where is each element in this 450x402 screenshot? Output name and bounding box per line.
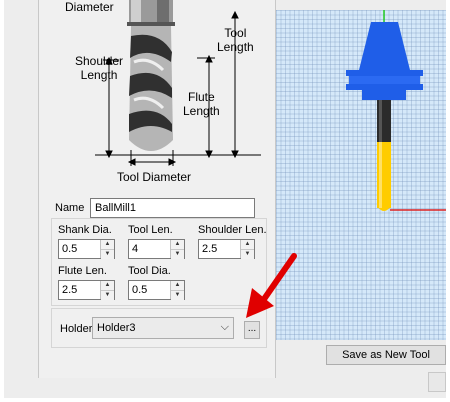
tool-parameters-group: Shank Dia. 0.5 ▲ ▼ Tool Len. 4 ▲ ▼ Shoul… <box>51 218 267 306</box>
spin-up-icon[interactable]: ▲ <box>171 281 184 290</box>
spin-down-icon[interactable]: ▼ <box>101 290 114 300</box>
holder-value: Holder3 <box>97 322 136 334</box>
tool-dia-spinner: ▲ ▼ <box>170 281 184 300</box>
tool-len-input[interactable]: 4 ▲ ▼ <box>128 239 185 259</box>
holder-cone <box>359 22 410 70</box>
tool-length-label: Tool Length <box>217 26 254 54</box>
shank-dia-input[interactable]: 0.5 ▲ ▼ <box>58 239 115 259</box>
flute-len-value: 2.5 <box>62 284 78 296</box>
shoulder-len-label: Shoulder Len. <box>198 224 267 236</box>
spin-up-icon[interactable]: ▲ <box>101 240 114 249</box>
red-arrow-annotation <box>246 253 297 318</box>
holder-label: Holder <box>60 323 93 335</box>
tool-len-value: 4 <box>132 243 139 255</box>
tool-len-label: Tool Len. <box>128 224 173 236</box>
tool-name-input[interactable]: BallMill1 <box>90 198 255 218</box>
browse-holder-button[interactable]: ... <box>244 321 260 339</box>
tool-dia-input[interactable]: 0.5 ▲ ▼ <box>128 280 185 300</box>
name-label: Name <box>55 202 85 214</box>
spin-down-icon[interactable]: ▼ <box>101 249 114 259</box>
tool-editor-window: Diameter Shoulder Length Tool Length Flu… <box>4 0 446 398</box>
shoulder-length-label: Shoulder Length <box>75 54 124 82</box>
tool-dia-value: 0.5 <box>132 284 148 296</box>
shank-dia-label: Shank Dia. <box>58 224 112 236</box>
shoulder-len-value: 2.5 <box>202 243 218 255</box>
scrollbar-thumb[interactable] <box>428 372 446 392</box>
shank-dia-value: 0.5 <box>62 243 78 255</box>
flute-len-input[interactable]: 2.5 ▲ ▼ <box>58 280 115 300</box>
chevron-down-icon: ⌵ <box>220 321 229 333</box>
tool-diameter-label: Tool Diameter <box>117 170 192 184</box>
tool-preview-viewport[interactable] <box>276 10 446 340</box>
flute-len-label: Flute Len. <box>58 265 107 277</box>
diameter-label: Diameter <box>65 0 114 14</box>
save-as-new-tool-button[interactable]: Save as New Tool <box>326 345 446 365</box>
flute-length-label: Flute Length <box>183 90 220 118</box>
shank-dia-spinner: ▲ ▼ <box>100 240 114 259</box>
tool-3d-preview <box>346 10 446 211</box>
holder-group: Holder Holder3 ⌵ ... <box>51 308 267 348</box>
spin-down-icon[interactable]: ▼ <box>171 249 184 259</box>
holder-select[interactable]: Holder3 ⌵ <box>92 317 234 339</box>
spin-up-icon[interactable]: ▲ <box>101 281 114 290</box>
spin-down-icon[interactable]: ▼ <box>171 290 184 300</box>
holder-flange-top <box>346 70 423 76</box>
flute-len-spinner: ▲ ▼ <box>100 281 114 300</box>
tool-dia-label: Tool Dia. <box>128 265 171 277</box>
spin-up-icon[interactable]: ▲ <box>171 240 184 249</box>
tool-dimension-diagram: Diameter Shoulder Length Tool Length Flu… <box>39 0 275 190</box>
spin-up-icon[interactable]: ▲ <box>241 240 254 249</box>
holder-collet <box>362 90 406 100</box>
tool-len-spinner: ▲ ▼ <box>170 240 184 259</box>
